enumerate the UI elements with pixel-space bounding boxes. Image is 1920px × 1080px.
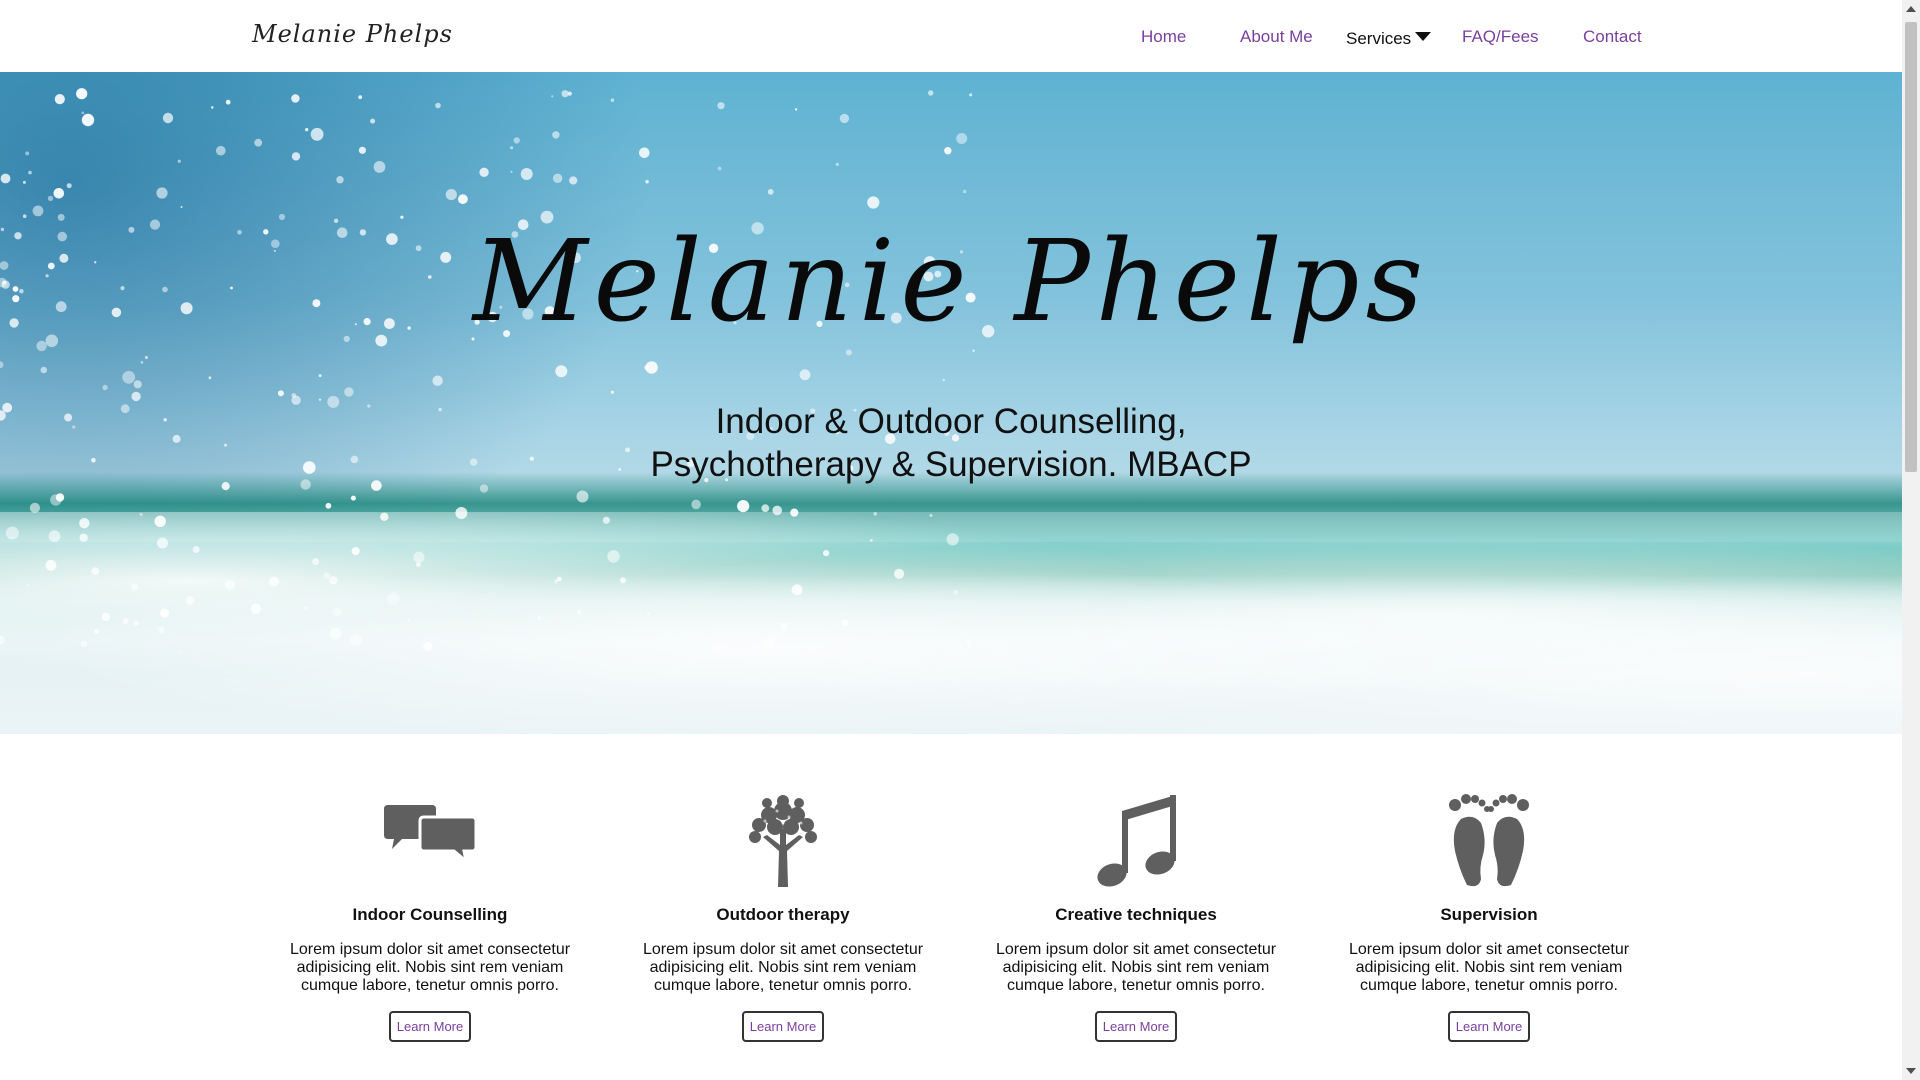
nav-services-dropdown[interactable]: Services: [1346, 29, 1432, 49]
nav-faq-fees[interactable]: FAQ/Fees: [1462, 27, 1539, 47]
nav-home[interactable]: Home: [1141, 27, 1186, 47]
hero-subtitle: Indoor & Outdoor Counselling, Psychother…: [0, 400, 1902, 486]
service-description: Lorem ipsum dolor sit amet consectetur a…: [289, 941, 571, 994]
nav-contact[interactable]: Contact: [1583, 27, 1642, 47]
scrollbar-thumb[interactable]: [1905, 22, 1917, 472]
scroll-down-arrow-icon[interactable]: [1906, 1068, 1916, 1074]
hero-banner: Melanie Phelps Indoor & Outdoor Counsell…: [0, 72, 1902, 734]
speech-bubbles-icon: [384, 805, 478, 865]
hero-subtitle-line-2: Psychotherapy & Supervision. MBACP: [650, 445, 1252, 484]
service-card-creative-techniques: Creative techniques Lorem ipsum dolor si…: [986, 789, 1286, 1042]
nav-about[interactable]: About Me: [1240, 27, 1313, 47]
service-card-indoor-counselling: Indoor Counselling Lorem ipsum dolor sit…: [280, 789, 580, 1042]
page: Melanie Phelps Home About Me Services FA…: [0, 0, 1920, 1080]
brand-logo[interactable]: Melanie Phelps: [252, 20, 453, 48]
vertical-scrollbar[interactable]: [1902, 0, 1920, 1080]
service-description: Lorem ipsum dolor sit amet consectetur a…: [1348, 941, 1630, 994]
nav-services-label: Services: [1346, 29, 1412, 48]
footprints-icon: [1449, 794, 1529, 887]
learn-more-button[interactable]: Learn More: [1447, 1011, 1531, 1042]
services-section: Indoor Counselling Lorem ipsum dolor sit…: [0, 734, 1902, 1080]
hero-title: Melanie Phelps: [472, 217, 1430, 347]
learn-more-button[interactable]: Learn More: [388, 1011, 472, 1042]
service-description: Lorem ipsum dolor sit amet consectetur a…: [995, 941, 1277, 994]
scroll-up-arrow-icon[interactable]: [1906, 6, 1916, 12]
learn-more-button[interactable]: Learn More: [741, 1011, 825, 1042]
learn-more-button[interactable]: Learn More: [1094, 1011, 1178, 1042]
service-card-outdoor-therapy: Outdoor therapy Lorem ipsum dolor sit am…: [633, 789, 933, 1042]
hero-subtitle-line-1: Indoor & Outdoor Counselling,: [715, 402, 1187, 441]
music-note-icon: [1097, 795, 1176, 887]
service-title: Supervision: [1440, 905, 1538, 924]
navbar: Melanie Phelps Home About Me Services FA…: [0, 0, 1902, 72]
service-title: Creative techniques: [1055, 905, 1217, 924]
service-card-supervision: Supervision Lorem ipsum dolor sit amet c…: [1339, 789, 1639, 1042]
tree-icon: [749, 795, 817, 887]
service-title: Outdoor therapy: [716, 905, 850, 924]
caret-down-icon: [1415, 32, 1432, 41]
service-description: Lorem ipsum dolor sit amet consectetur a…: [642, 941, 924, 994]
service-title: Indoor Counselling: [352, 905, 508, 924]
